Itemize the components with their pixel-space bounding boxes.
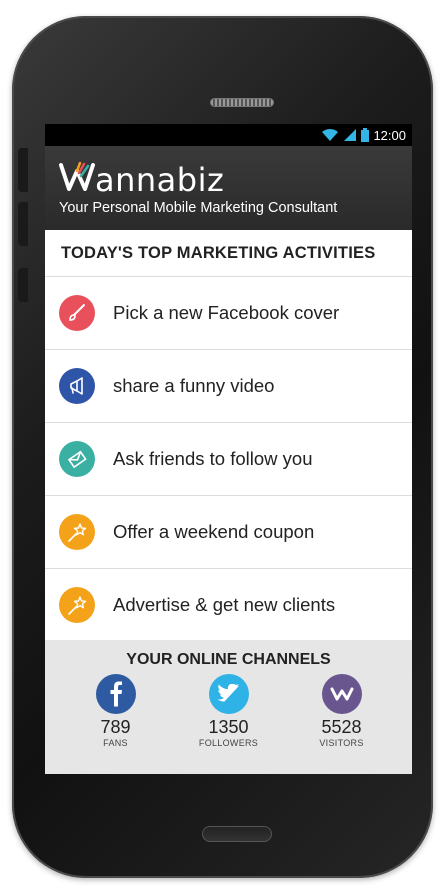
home-button[interactable] xyxy=(202,826,272,842)
activities-title: TODAY'S TOP MARKETING ACTIVITIES xyxy=(61,243,376,262)
activity-label: Pick a new Facebook cover xyxy=(113,302,340,323)
channel-label: FANS xyxy=(103,738,128,748)
channel-row: 789 FANS 1350 FOLLOWERS 5528 VISITORS xyxy=(45,674,412,748)
volume-up-button xyxy=(18,148,28,192)
megaphone-icon xyxy=(59,368,95,404)
app-header: annabiz Your Personal Mobile Marketing C… xyxy=(45,146,412,230)
channel-count: 1350 xyxy=(208,717,249,737)
activity-item[interactable]: Ask friends to follow you xyxy=(45,422,412,495)
speaker-grille xyxy=(210,98,274,107)
activity-label: Ask friends to follow you xyxy=(113,448,313,469)
star-wand-icon xyxy=(59,587,95,623)
activity-item[interactable]: Advertise & get new clients xyxy=(45,568,412,641)
activity-item[interactable]: Offer a weekend coupon xyxy=(45,495,412,568)
power-button xyxy=(18,268,28,302)
volume-down-button xyxy=(18,202,28,246)
app-tagline: Your Personal Mobile Marketing Consultan… xyxy=(59,200,338,216)
twitter-icon xyxy=(208,674,249,714)
channel-label: VISITORS xyxy=(319,738,364,748)
wifi-icon xyxy=(321,128,339,142)
app-name: annabiz xyxy=(95,161,225,199)
channel-website[interactable]: 5528 VISITORS xyxy=(297,674,387,748)
paintbrush-icon xyxy=(59,295,95,331)
battery-icon xyxy=(361,128,370,142)
online-channels-panel: YOUR ONLINE CHANNELS 789 FANS 1350 FOLLO… xyxy=(45,640,412,774)
channel-twitter[interactable]: 1350 FOLLOWERS xyxy=(184,674,274,748)
envelope-icon xyxy=(59,441,95,477)
wannabiz-icon xyxy=(321,674,362,714)
activity-item[interactable]: share a funny video xyxy=(45,349,412,422)
status-time: 12:00 xyxy=(373,127,406,143)
phone-screen: 12:00 annabiz Your Personal Mobile Marke… xyxy=(45,124,412,774)
app-logo: annabiz xyxy=(59,160,412,196)
channel-count: 789 xyxy=(100,717,131,737)
activity-label: share a funny video xyxy=(113,375,275,396)
activity-label: Offer a weekend coupon xyxy=(113,521,315,542)
activity-label: Advertise & get new clients xyxy=(113,594,336,615)
status-bar: 12:00 xyxy=(45,124,412,146)
activity-item[interactable]: Pick a new Facebook cover xyxy=(45,276,412,349)
star-wand-icon xyxy=(59,514,95,550)
facebook-icon xyxy=(95,674,136,714)
channel-count: 5528 xyxy=(321,717,362,737)
logo-w-icon xyxy=(59,161,95,196)
channel-facebook[interactable]: 789 FANS xyxy=(71,674,161,748)
signal-icon xyxy=(343,128,357,142)
channels-title: YOUR ONLINE CHANNELS xyxy=(126,651,331,668)
channel-label: FOLLOWERS xyxy=(198,738,259,748)
